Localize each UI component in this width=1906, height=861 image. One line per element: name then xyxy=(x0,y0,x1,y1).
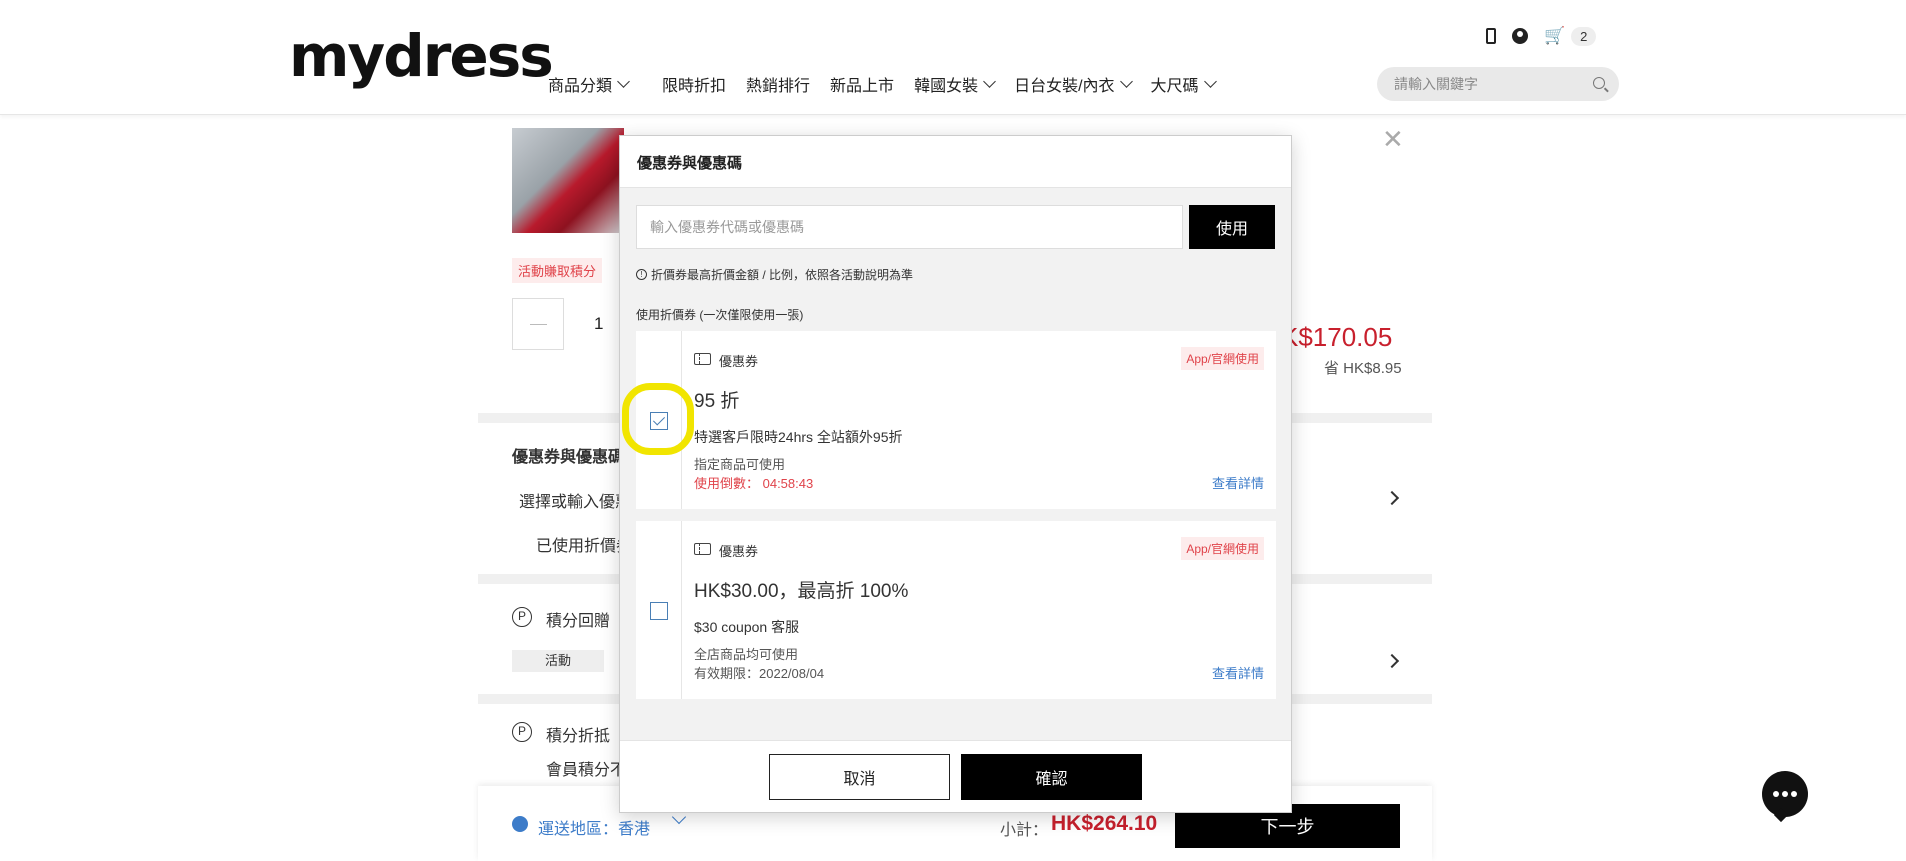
main-nav: 商品分類 限時折扣 熱銷排行 新品上市 韓國女裝 日台女裝/內衣 大尺碼 xyxy=(548,72,1235,96)
coupon-checkbox[interactable] xyxy=(650,602,668,620)
site-logo[interactable]: mydress xyxy=(289,22,554,90)
nav-label: 韓國女裝 xyxy=(914,78,979,95)
info-icon: ! xyxy=(636,269,647,280)
coupon-body: 優惠券 App/官網使用 HK$30.00，最高折 100% $30 coupo… xyxy=(682,521,1276,699)
search-placeholder: 請輸入關鍵字 xyxy=(1394,76,1478,92)
nav-label: 新品上市 xyxy=(830,78,895,95)
coupon-type: 優惠券 xyxy=(719,544,759,559)
phone-icon[interactable] xyxy=(1486,28,1496,44)
coupon-detail-link[interactable]: 查看詳情 xyxy=(1212,473,1264,492)
coupon-scope: 指定商品可使用 xyxy=(694,457,786,472)
nav-item-bestsellers[interactable]: 熱銷排行 xyxy=(746,72,810,96)
cart-count-badge: 2 xyxy=(1571,26,1597,46)
coupon-code-input[interactable] xyxy=(636,205,1183,249)
ticket-icon xyxy=(694,353,711,365)
nav-item-flash-sale[interactable]: 限時折扣 xyxy=(662,72,726,96)
coupon-title: 95 折 xyxy=(694,391,740,412)
chevron-down-icon xyxy=(1119,75,1133,88)
nav-label: 商品分類 xyxy=(548,78,613,95)
chevron-down-icon xyxy=(1203,75,1217,88)
user-icon[interactable] xyxy=(1512,28,1528,44)
modal-title: 優惠券與優惠碼 xyxy=(620,136,1291,188)
coupon-type: 優惠券 xyxy=(719,354,759,369)
coupon-description: 特選客戶限時24hrs 全站額外95折 xyxy=(694,429,903,445)
chevron-down-icon xyxy=(983,75,996,88)
ticket-icon xyxy=(694,543,711,555)
search-icon[interactable] xyxy=(1593,77,1605,89)
cancel-button[interactable]: 取消 xyxy=(769,754,950,800)
chevron-down-icon xyxy=(617,75,630,88)
coupon-check-column xyxy=(636,521,682,699)
app-only-badge: App/官網使用 xyxy=(1181,347,1264,370)
coupon-description: $30 coupon 客服 xyxy=(694,619,800,635)
close-icon[interactable]: ✕ xyxy=(1382,126,1404,152)
nav-item-plus-size[interactable]: 大尺碼 xyxy=(1150,72,1217,96)
header-icons: 🛒 2 xyxy=(1486,26,1597,46)
app-only-badge: App/官網使用 xyxy=(1181,537,1264,560)
apply-code-button[interactable]: 使用 xyxy=(1189,205,1275,249)
coupon-body: 優惠券 App/官網使用 95 折 特選客戶限時24hrs 全站額外95折 指定… xyxy=(682,331,1276,509)
coupon-expiry: 有效期限：2022/08/04 xyxy=(694,666,825,681)
nav-label: 日台女裝/內衣 xyxy=(1014,78,1115,95)
nav-item-new-arrivals[interactable]: 新品上市 xyxy=(830,72,894,96)
nav-label: 大尺碼 xyxy=(1150,78,1199,95)
cart-icon[interactable]: 🛒 xyxy=(1544,26,1565,46)
nav-item-japan-taiwan[interactable]: 日台女裝/內衣 xyxy=(1014,72,1133,96)
coupon-title: HK$30.00，最高折 100% xyxy=(694,581,909,602)
nav-label: 熱銷排行 xyxy=(746,78,811,95)
coupon-card[interactable]: 優惠券 App/官網使用 95 折 特選客戶限時24hrs 全站額外95折 指定… xyxy=(622,331,1276,509)
coupon-countdown: 使用倒數： 04:58:43 xyxy=(694,476,814,491)
coupon-list-label: 使用折價券 (一次僅限使用一張) xyxy=(636,308,804,322)
search-box[interactable]: 請輸入關鍵字 xyxy=(1377,67,1619,101)
nav-item-categories[interactable]: 商品分類 xyxy=(548,72,630,96)
modal-footer: 取消 確認 xyxy=(620,740,1291,812)
coupon-card[interactable]: 優惠券 App/官網使用 HK$30.00，最高折 100% $30 coupo… xyxy=(636,521,1276,699)
nav-label: 限時折扣 xyxy=(662,78,727,95)
coupon-scope: 全店商品均可使用 xyxy=(694,647,799,662)
coupon-checkbox[interactable] xyxy=(650,412,668,430)
note-text: 折價券最高折價金額 / 比例，依照各活動說明為準 xyxy=(651,268,914,282)
coupon-check-column xyxy=(622,331,694,509)
confirm-button[interactable]: 確認 xyxy=(961,754,1142,800)
nav-item-korean[interactable]: 韓國女裝 xyxy=(914,72,996,96)
coupon-note: ! 折價券最高折價金額 / 比例，依照各活動說明為準 xyxy=(636,266,913,283)
coupon-detail-link[interactable]: 查看詳情 xyxy=(1212,663,1264,682)
chat-icon[interactable] xyxy=(1762,771,1808,817)
site-header: mydress 商品分類 限時折扣 熱銷排行 新品上市 韓國女裝 日台女裝/內衣… xyxy=(0,0,1906,115)
coupon-modal: 優惠券與優惠碼 使用 ! 折價券最高折價金額 / 比例，依照各活動說明為準 使用… xyxy=(619,135,1292,813)
